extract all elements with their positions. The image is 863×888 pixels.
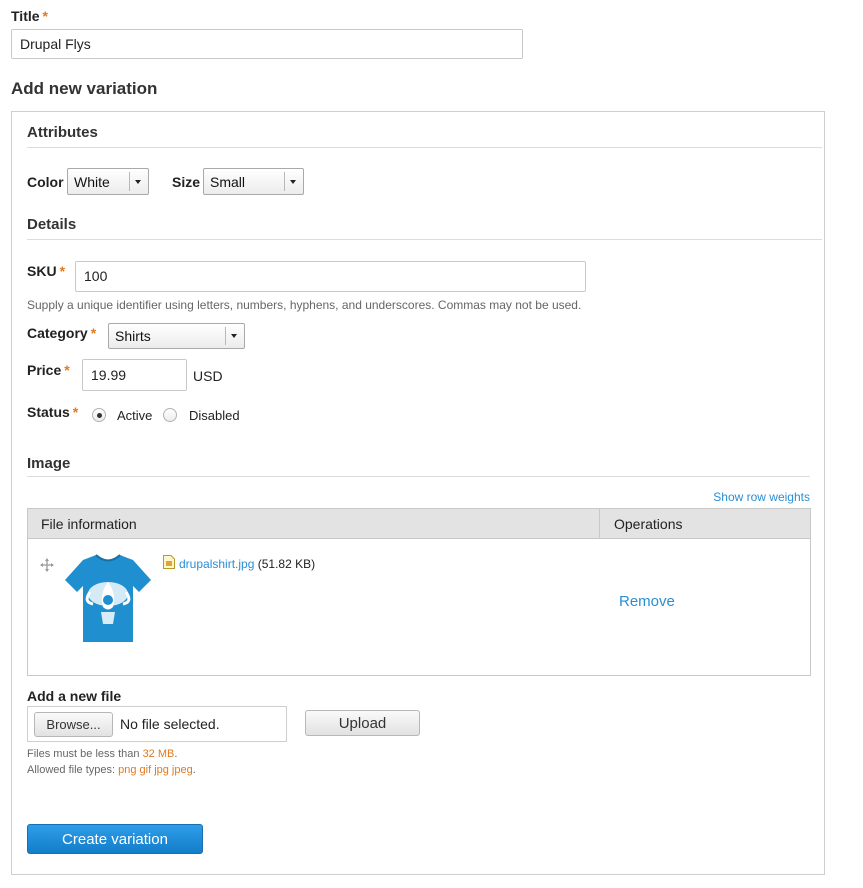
add-variation-heading: Add new variation (11, 79, 158, 98)
size-limit-suffix: . (174, 748, 178, 760)
sku-label-text: SKU (27, 263, 57, 279)
status-label-text: Status (27, 404, 70, 420)
category-label-text: Category (27, 325, 88, 341)
file-size: (51.82 KB) (257, 557, 316, 571)
image-heading: Image (27, 455, 71, 472)
table-header-file-info: File information (41, 516, 137, 532)
types-prefix: Allowed file types: (27, 764, 119, 776)
file-link[interactable]: drupalshirt.jpg (179, 557, 254, 571)
sku-description: Supply a unique identifier using letters… (27, 298, 582, 312)
price-label: Price * (27, 362, 70, 378)
row-divider (599, 540, 600, 676)
attributes-divider (27, 147, 822, 148)
file-picker[interactable]: Browse... No file selected. (27, 706, 287, 742)
browse-button[interactable]: Browse... (34, 712, 113, 737)
variation-fieldset (11, 111, 825, 875)
status-disabled-radio[interactable] (163, 408, 177, 422)
show-row-weights-link[interactable]: Show row weights (713, 490, 810, 504)
price-input[interactable]: 19.99 (82, 359, 187, 391)
no-file-text: No file selected. (120, 716, 220, 732)
image-divider (27, 476, 810, 477)
file-table: File information Operations drupalshirt.… (27, 508, 811, 676)
color-select[interactable]: White (67, 168, 149, 195)
size-select[interactable]: Small (203, 168, 304, 195)
table-row: drupalshirt.jpg (51.82 KB) Remove (28, 540, 810, 676)
file-info-text: drupalshirt.jpg (51.82 KB) (179, 557, 315, 571)
size-select-value: Small (210, 173, 246, 190)
price-input-value: 19.99 (91, 367, 127, 383)
size-limit-text: Files must be less than 32 MB. (27, 748, 177, 760)
status-disabled-label[interactable]: Disabled (189, 408, 240, 423)
required-mark: * (90, 325, 97, 341)
status-label: Status * (27, 404, 78, 420)
size-limit-prefix: Files must be less than (27, 748, 143, 760)
title-input[interactable]: Drupal Flys (11, 29, 523, 59)
title-label: Title * (11, 8, 48, 24)
upload-button[interactable]: Upload (305, 710, 420, 736)
title-input-value: Drupal Flys (20, 36, 91, 52)
chevron-down-icon (129, 172, 145, 191)
sku-input[interactable]: 100 (75, 261, 586, 292)
size-label: Size (172, 174, 201, 190)
category-select[interactable]: Shirts (108, 323, 245, 349)
required-mark: * (64, 362, 70, 378)
table-header-operations: Operations (614, 516, 683, 532)
image-file-icon (163, 555, 175, 569)
chevron-down-icon (225, 327, 241, 345)
sku-input-value: 100 (84, 268, 108, 284)
create-variation-button[interactable]: Create variation (27, 824, 203, 854)
table-header: File information Operations (28, 509, 810, 539)
details-divider (27, 239, 822, 240)
required-mark: * (72, 404, 79, 420)
color-label: Color (27, 174, 64, 190)
types-suffix: . (192, 764, 196, 776)
title-label-text: Title (11, 8, 40, 24)
status-active-radio[interactable] (92, 408, 106, 422)
radio-selected-dot (96, 412, 102, 418)
remove-link[interactable]: Remove (619, 593, 675, 610)
add-file-label: Add a new file (27, 688, 122, 704)
category-select-value: Shirts (115, 328, 151, 344)
sku-label: SKU * (27, 263, 65, 279)
attributes-heading: Attributes (27, 124, 98, 141)
required-mark: * (42, 8, 48, 24)
required-mark: * (59, 263, 66, 279)
types-value: png gif jpg jpeg (118, 764, 193, 776)
category-label: Category * (27, 325, 96, 341)
color-select-value: White (74, 173, 110, 190)
currency-label: USD (193, 368, 223, 384)
chevron-down-icon (284, 172, 300, 191)
drag-handle-icon[interactable] (40, 558, 54, 572)
price-label-text: Price (27, 362, 62, 378)
details-heading: Details (27, 216, 77, 233)
table-header-divider (599, 509, 600, 539)
allowed-types-text: Allowed file types: png gif jpg jpeg. (27, 764, 196, 776)
status-active-label[interactable]: Active (117, 408, 152, 423)
shirt-thumbnail (63, 552, 153, 644)
size-limit-value: 32 MB (142, 748, 175, 760)
